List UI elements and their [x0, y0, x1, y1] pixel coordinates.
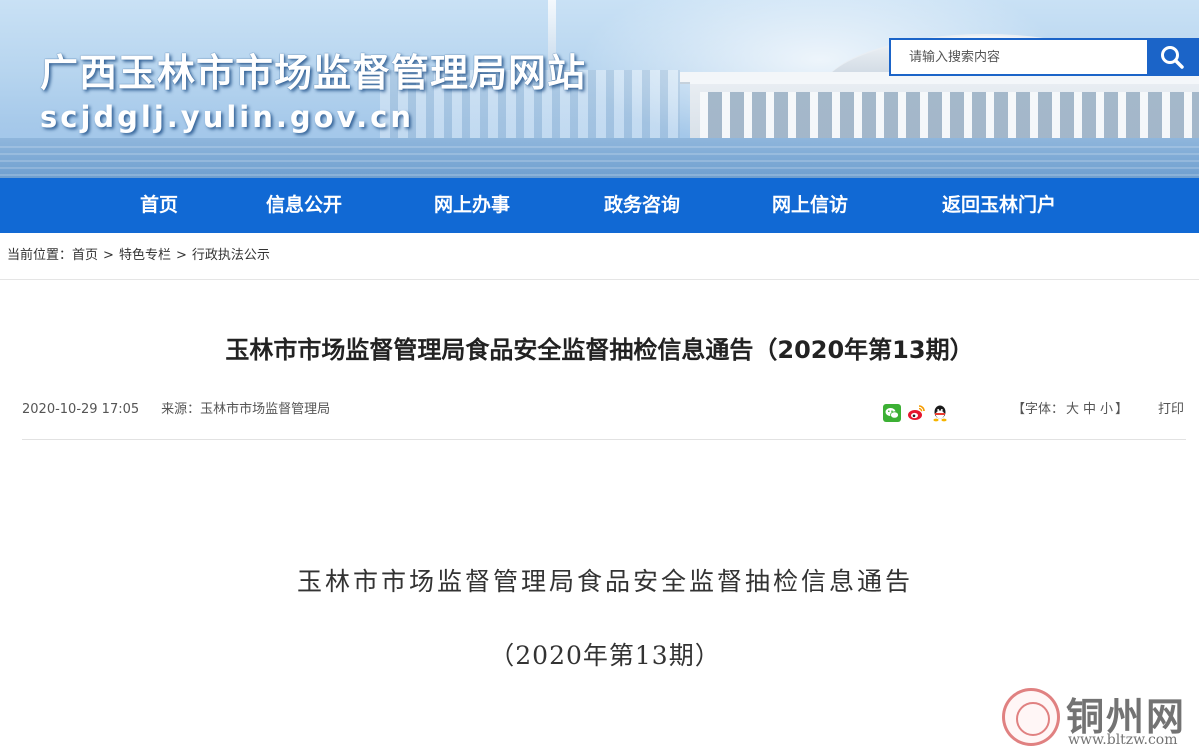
- site-title: 广西玉林市市场监督管理局网站: [40, 51, 587, 95]
- font-size-prefix: 【字体：: [1012, 402, 1065, 417]
- watermark: 铜州网 www.bltzw.com: [1000, 684, 1199, 752]
- breadcrumb-separator: >: [175, 248, 187, 263]
- font-size-large[interactable]: 大: [1066, 402, 1079, 417]
- breadcrumb-featured-columns[interactable]: 特色专栏: [119, 248, 171, 263]
- publish-date: 2020-10-29 17:05: [22, 402, 140, 417]
- nav-item-yulin-portal[interactable]: 返回玉林门户: [942, 178, 1056, 233]
- nav-item-home[interactable]: 首页: [140, 178, 178, 233]
- font-size-control: 【字体：大中小】: [1012, 400, 1128, 420]
- nav-item-online-petition[interactable]: 网上信访: [772, 178, 848, 233]
- share-icons: [883, 404, 949, 422]
- breadcrumb: 当前位置：首页 > 特色专栏 > 行政执法公示: [7, 246, 270, 266]
- nav-item-info-disclosure[interactable]: 信息公开: [266, 178, 342, 233]
- qq-icon[interactable]: [931, 404, 949, 422]
- body-subheading: （2020年第13期）: [489, 641, 721, 670]
- divider: [0, 279, 1199, 280]
- banner-water: [0, 138, 1199, 178]
- print-link[interactable]: 打印: [1158, 400, 1184, 420]
- search-button[interactable]: [1147, 40, 1197, 74]
- article-title: 玉林市市场监督管理局食品安全监督抽检信息通告（2020年第13期）: [225, 336, 974, 364]
- article-source: 来源：玉林市市场监督管理局: [161, 402, 331, 417]
- search-box: [889, 38, 1199, 76]
- search-icon: [1161, 46, 1184, 69]
- weibo-icon[interactable]: [907, 404, 925, 422]
- search-input[interactable]: [891, 40, 1147, 74]
- banner-colonnade: [700, 92, 1199, 142]
- wechat-icon[interactable]: [883, 404, 901, 422]
- main-nav: 首页 信息公开 网上办事 政务咨询 网上信访 返回玉林门户: [0, 178, 1199, 233]
- nav-item-gov-consult[interactable]: 政务咨询: [604, 178, 680, 233]
- watermark-seal-icon: [1002, 688, 1060, 746]
- breadcrumb-home[interactable]: 首页: [72, 248, 98, 263]
- site-domain: scjdglj.yulin.gov.cn: [40, 100, 414, 134]
- font-size-medium[interactable]: 中: [1083, 402, 1096, 417]
- body-heading: 玉林市市场监督管理局食品安全监督抽检信息通告: [296, 567, 913, 596]
- font-size-suffix: 】: [1115, 402, 1129, 417]
- nav-item-online-services[interactable]: 网上办事: [434, 178, 510, 233]
- breadcrumb-prefix: 当前位置：: [7, 248, 73, 263]
- breadcrumb-separator: >: [103, 248, 114, 263]
- breadcrumb-law-enforcement[interactable]: 行政执法公示: [192, 248, 270, 263]
- header-banner: 广西玉林市市场监督管理局网站 scjdglj.yulin.gov.cn: [0, 0, 1199, 178]
- watermark-url: www.bltzw.com: [1068, 732, 1178, 748]
- divider: [22, 439, 1186, 440]
- font-size-small[interactable]: 小: [1100, 402, 1113, 417]
- article-meta: 2020-10-29 17:05 来源：玉林市市场监督管理局: [22, 400, 330, 420]
